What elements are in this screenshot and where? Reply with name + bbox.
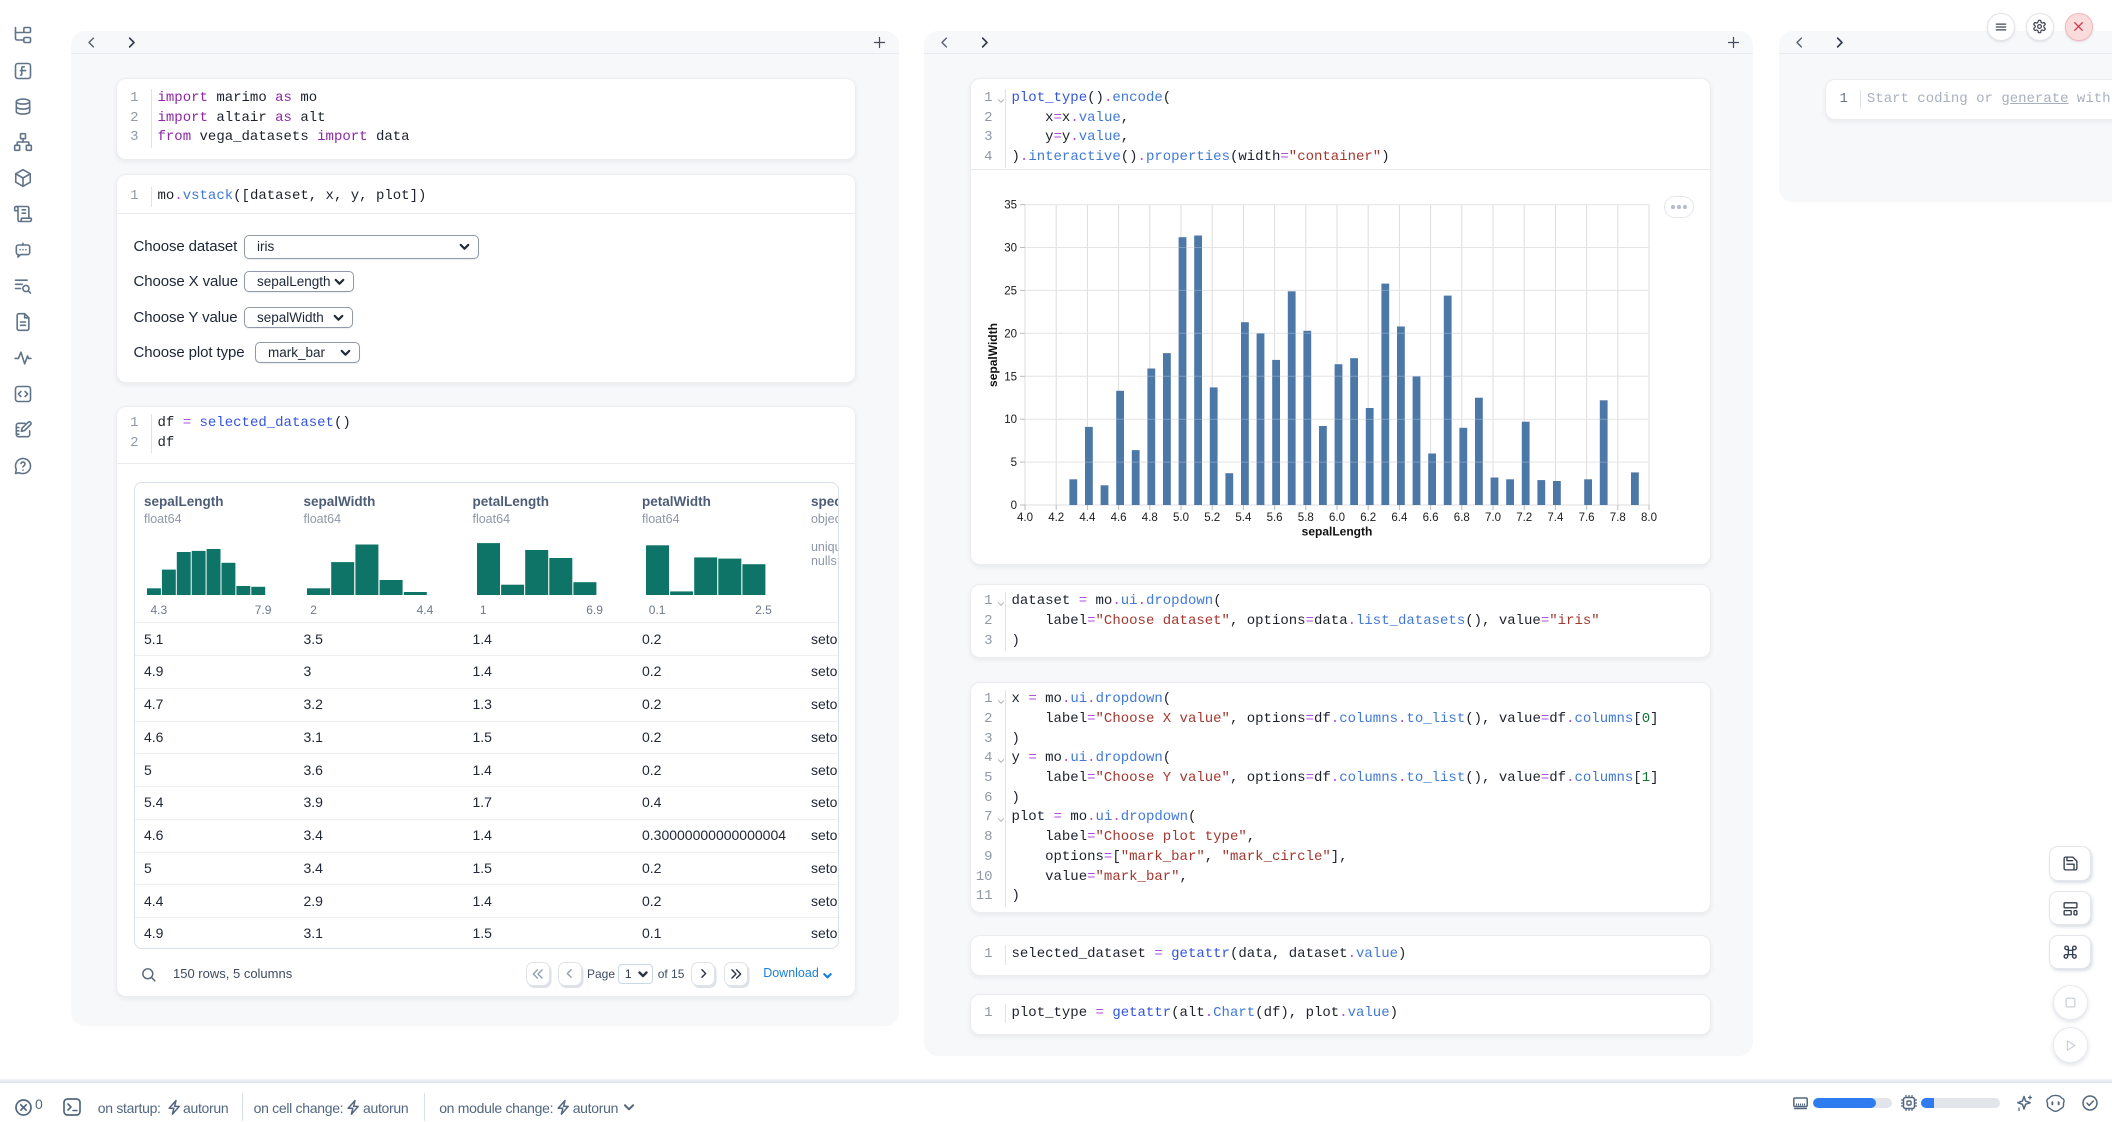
svg-text:6.6: 6.6 bbox=[1423, 512, 1439, 524]
svg-text:35: 35 bbox=[1004, 200, 1017, 212]
svg-text:7.0: 7.0 bbox=[1485, 512, 1501, 524]
svg-text:6.2: 6.2 bbox=[1360, 512, 1376, 524]
svg-text:30: 30 bbox=[1004, 243, 1017, 255]
svg-text:4.8: 4.8 bbox=[1142, 512, 1158, 524]
svg-text:4.6: 4.6 bbox=[1111, 512, 1127, 524]
svg-text:7.8: 7.8 bbox=[1610, 512, 1626, 524]
svg-text:5: 5 bbox=[1011, 457, 1017, 469]
svg-text:0: 0 bbox=[1011, 500, 1017, 512]
svg-text:6.4: 6.4 bbox=[1391, 512, 1408, 524]
svg-text:4.0: 4.0 bbox=[1017, 512, 1033, 524]
svg-text:5.0: 5.0 bbox=[1173, 512, 1189, 524]
svg-text:sepalLength: sepalLength bbox=[1302, 525, 1373, 539]
svg-text:5.8: 5.8 bbox=[1298, 512, 1314, 524]
svg-text:6.8: 6.8 bbox=[1454, 512, 1470, 524]
svg-text:5.6: 5.6 bbox=[1267, 512, 1283, 524]
svg-text:5.2: 5.2 bbox=[1204, 512, 1220, 524]
svg-text:7.4: 7.4 bbox=[1547, 512, 1564, 524]
svg-text:4.4: 4.4 bbox=[1079, 512, 1096, 524]
svg-text:sepalWidth: sepalWidth bbox=[986, 323, 1000, 387]
svg-text:7.6: 7.6 bbox=[1579, 512, 1595, 524]
svg-text:7.2: 7.2 bbox=[1516, 512, 1532, 524]
svg-text:10: 10 bbox=[1004, 414, 1017, 426]
svg-text:6.0: 6.0 bbox=[1329, 512, 1345, 524]
svg-text:25: 25 bbox=[1004, 285, 1017, 297]
svg-text:20: 20 bbox=[1004, 328, 1017, 340]
svg-text:4.2: 4.2 bbox=[1048, 512, 1064, 524]
svg-text:15: 15 bbox=[1004, 371, 1017, 383]
svg-text:5.4: 5.4 bbox=[1235, 512, 1252, 524]
svg-text:8.0: 8.0 bbox=[1641, 512, 1657, 524]
